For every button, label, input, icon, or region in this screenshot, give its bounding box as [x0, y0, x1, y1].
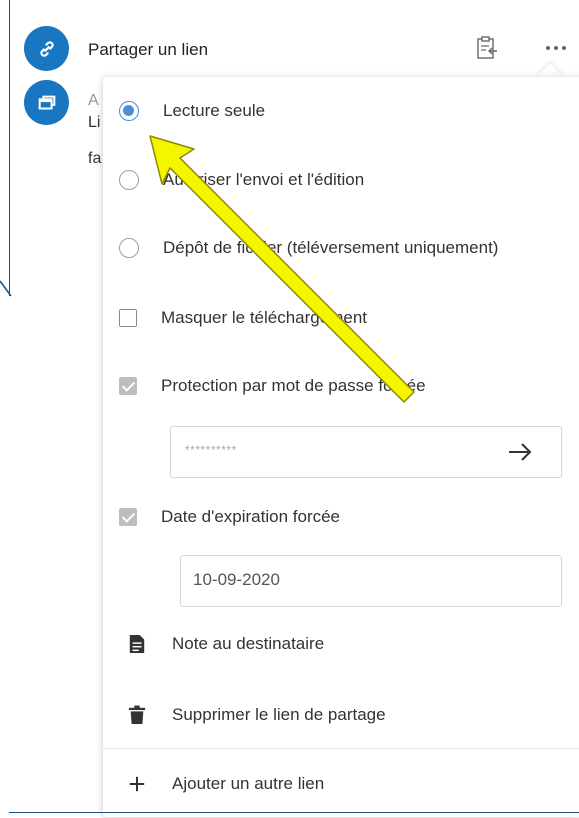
checkbox-label: Date d'expiration forcée	[161, 507, 341, 526]
note-label: Note au destinataire	[172, 634, 325, 653]
radio-button[interactable]	[119, 101, 139, 121]
checkbox-expiration-date[interactable]: Date d'expiration forcée	[119, 507, 340, 527]
checkbox-password-protection[interactable]: Protection par mot de passe forcée	[119, 376, 426, 396]
checkbox-label: Protection par mot de passe forcée	[161, 376, 426, 395]
checkbox-label: Masquer le téléchargement	[161, 308, 368, 327]
expiration-date-value[interactable]: 10-09-2020	[193, 570, 280, 590]
background-item-text: fa	[88, 150, 102, 167]
expiration-date-field[interactable]: 10-09-2020	[180, 555, 562, 607]
note-to-recipient-item[interactable]: Note au destinataire	[126, 633, 324, 655]
delete-label: Supprimer le lien de partage	[172, 705, 386, 724]
checkbox	[119, 508, 137, 526]
frame-border-left	[9, 0, 10, 296]
radio-label: Dépôt de fichier (téléversement uniqueme…	[163, 238, 499, 257]
radio-label: Lecture seule	[163, 101, 266, 120]
share-link-title: Partager un lien	[88, 40, 209, 59]
checkbox-hide-download[interactable]: Masquer le téléchargement	[119, 308, 367, 328]
password-field[interactable]: **********	[170, 426, 562, 478]
delete-share-link-item[interactable]: Supprimer le lien de partage	[126, 704, 386, 726]
trash-icon	[126, 704, 148, 726]
menu-divider	[103, 748, 579, 749]
add-another-link-item[interactable]: Ajouter un autre lien	[126, 773, 324, 795]
clipboard-icon[interactable]	[476, 36, 498, 60]
link-icon	[24, 26, 69, 71]
radio-file-drop[interactable]: Dépôt de fichier (téléversement uniqueme…	[119, 238, 498, 258]
frame-border-bottom	[9, 812, 579, 813]
password-input-value[interactable]: **********	[185, 443, 237, 457]
checkbox[interactable]	[119, 309, 137, 327]
background-item-text: A	[88, 92, 99, 109]
plus-icon	[126, 773, 148, 795]
add-link-label: Ajouter un autre lien	[172, 774, 325, 793]
note-icon	[126, 633, 148, 655]
radio-read-only[interactable]: Lecture seule	[119, 101, 265, 121]
radio-button[interactable]	[119, 238, 139, 258]
background-item-text: Li	[88, 114, 101, 131]
arrow-right-icon[interactable]	[507, 441, 533, 463]
more-options-icon[interactable]	[541, 40, 571, 56]
radio-label: Autoriser l'envoi et l'édition	[163, 170, 365, 189]
radio-allow-upload-edit[interactable]: Autoriser l'envoi et l'édition	[119, 170, 364, 190]
radio-button[interactable]	[119, 170, 139, 190]
windows-icon[interactable]	[24, 80, 69, 125]
checkbox	[119, 377, 137, 395]
share-link-row[interactable]: Partager un lien	[24, 26, 579, 71]
